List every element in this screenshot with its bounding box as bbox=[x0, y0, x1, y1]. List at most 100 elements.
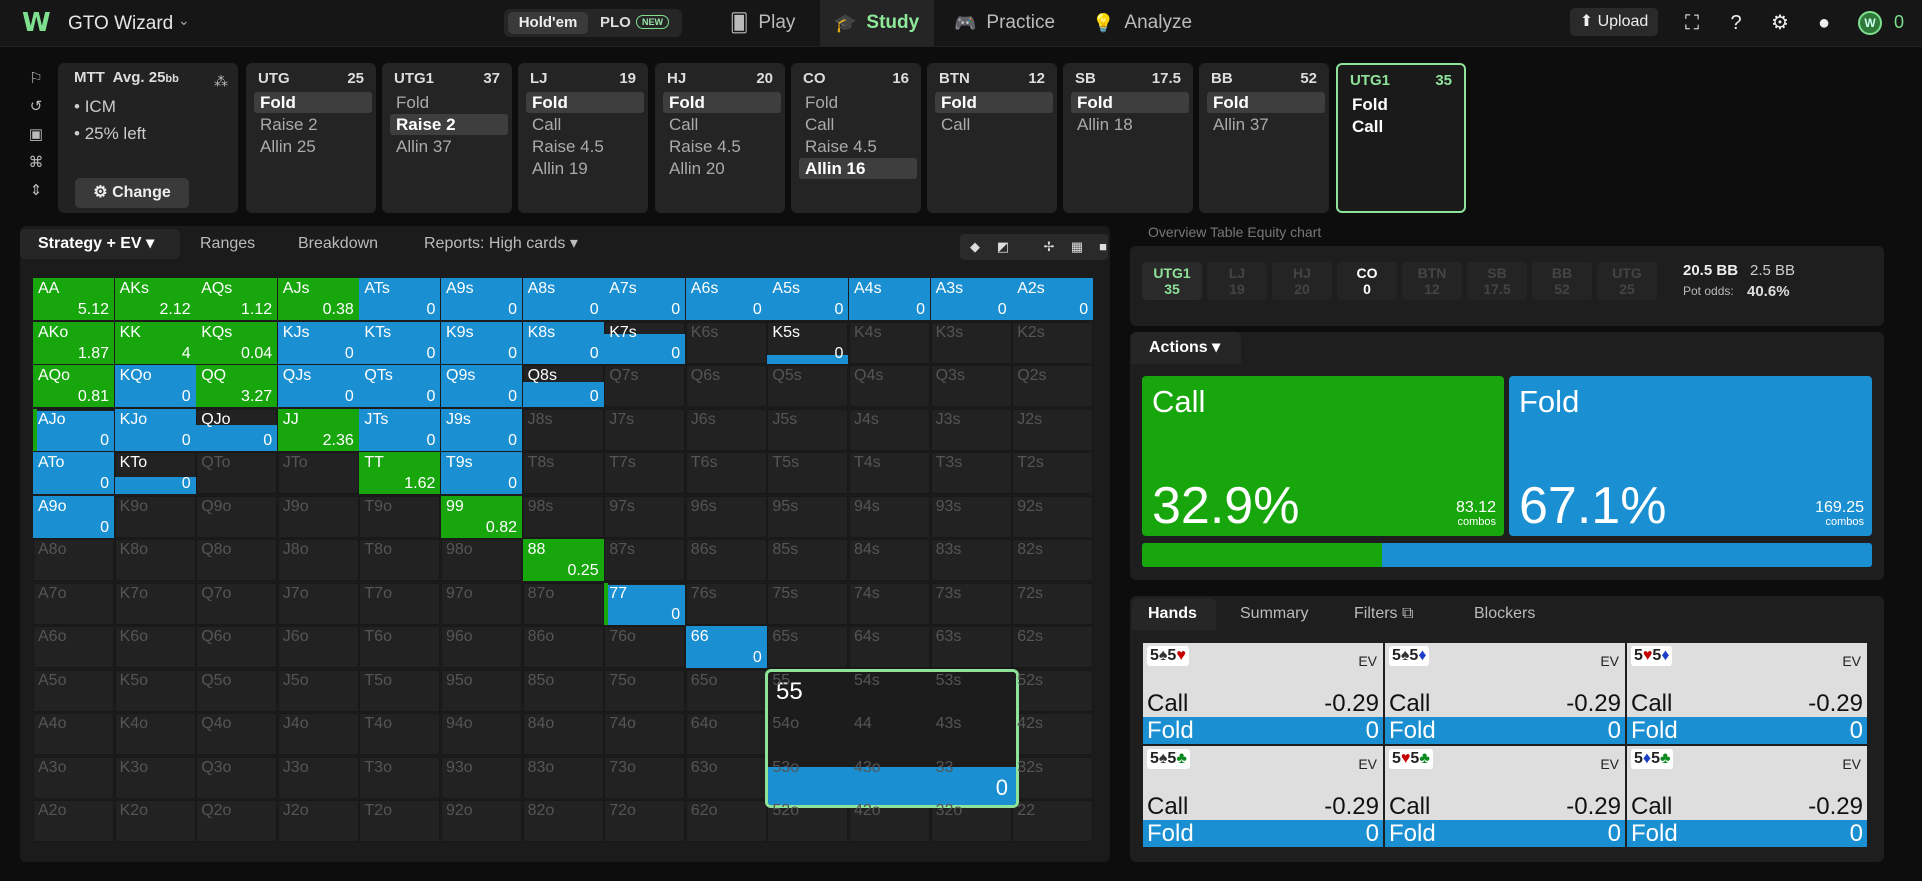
hand-cell-q4s[interactable]: Q4s bbox=[849, 365, 930, 407]
action-option[interactable]: Fold bbox=[1207, 92, 1325, 113]
collapse-icon[interactable]: ⇕ bbox=[26, 181, 46, 201]
hand-cell-73o[interactable]: 73o bbox=[604, 756, 686, 799]
hand-cell-95o[interactable]: 95o bbox=[441, 669, 522, 712]
seat-bb[interactable]: BB 52 bbox=[1532, 262, 1592, 300]
help-icon[interactable]: ? bbox=[1723, 10, 1749, 36]
hand-cell-83s[interactable]: 83s bbox=[930, 539, 1012, 581]
fold-action-box[interactable]: Fold 67.1% 169.25 combos bbox=[1509, 376, 1872, 536]
hand-cell-65s[interactable]: 65s bbox=[767, 626, 849, 668]
hand-cell-aqs[interactable]: AQs 1.12 bbox=[196, 278, 278, 320]
hand-cell-96o[interactable]: 96o bbox=[441, 626, 522, 668]
hand-cell-qto[interactable]: QTo bbox=[196, 452, 278, 494]
bookmark-icon[interactable]: ⚐ bbox=[26, 69, 46, 89]
hand-cell-87s[interactable]: 87s bbox=[604, 539, 686, 581]
hand-cell-ako[interactable]: AKo 1.87 bbox=[33, 321, 114, 364]
hand-combo-card[interactable]: 5♠5♦ EV Call -0.29 Fold 0 bbox=[1385, 643, 1625, 744]
hand-cell-32s[interactable]: 32s bbox=[1012, 756, 1094, 799]
hand-cell-jto[interactable]: JTo bbox=[277, 452, 359, 494]
action-option[interactable]: Fold bbox=[663, 92, 781, 113]
hand-cell-j9o[interactable]: J9o bbox=[277, 495, 359, 538]
hand-cell-86s[interactable]: 86s bbox=[685, 539, 767, 581]
single-view-icon[interactable]: ■ bbox=[1090, 234, 1116, 260]
hand-cell-q5s[interactable]: Q5s bbox=[767, 365, 849, 407]
action-option[interactable]: Allin 25 bbox=[254, 136, 372, 157]
hand-cell-74o[interactable]: 74o bbox=[604, 713, 686, 755]
hand-cell-83o[interactable]: 83o bbox=[522, 756, 604, 799]
action-option[interactable]: Allin 20 bbox=[663, 158, 781, 179]
hand-cell-99[interactable]: 99 0.82 bbox=[441, 495, 522, 538]
hand-cell-94s[interactable]: 94s bbox=[849, 495, 930, 538]
hand-cell-j6o[interactable]: J6o bbox=[277, 626, 359, 668]
hand-cell-qts[interactable]: QTs 0 bbox=[359, 365, 441, 407]
position-card-utg1[interactable]: UTG1 37 Fold Raise 2 Allin 37 bbox=[382, 63, 512, 213]
hand-cell-t4o[interactable]: T4o bbox=[359, 713, 441, 755]
hand-cell-75s[interactable]: 75s bbox=[767, 582, 849, 625]
hand-cell-j4o[interactable]: J4o bbox=[277, 713, 359, 755]
hand-cell-k6o[interactable]: K6o bbox=[114, 626, 196, 668]
hand-cell-j9s[interactable]: J9s 0 bbox=[441, 408, 522, 451]
hand-cell-k9s[interactable]: K9s 0 bbox=[441, 321, 522, 364]
account-icon[interactable]: ● bbox=[1811, 10, 1837, 36]
call-action-box[interactable]: Call 32.9% 83.12 combos bbox=[1142, 376, 1504, 536]
hand-cell-j7s[interactable]: J7s bbox=[604, 408, 686, 451]
action-option[interactable]: Fold bbox=[526, 92, 644, 113]
hand-cell-q3s[interactable]: Q3s bbox=[930, 365, 1012, 407]
hand-cell-j5o[interactable]: J5o bbox=[277, 669, 359, 712]
hand-cell-a3s[interactable]: A3s 0 bbox=[930, 278, 1012, 320]
hand-cell-a4s[interactable]: A4s 0 bbox=[849, 278, 930, 320]
hand-combo-card[interactable]: 5♦5♣ EV Call -0.29 Fold 0 bbox=[1627, 746, 1867, 847]
hand-cell-q8s[interactable]: Q8s 0 bbox=[522, 365, 604, 407]
action-option[interactable]: Fold bbox=[390, 92, 508, 113]
action-option[interactable]: Fold bbox=[1071, 92, 1189, 113]
hand-cell-86o[interactable]: 86o bbox=[522, 626, 604, 668]
hand-cell-88[interactable]: 88 0.25 bbox=[522, 539, 604, 581]
action-option[interactable]: Raise 2 bbox=[254, 114, 372, 135]
chevron-down-icon[interactable]: ⌄ bbox=[178, 12, 190, 29]
hand-cell-q9s[interactable]: Q9s 0 bbox=[441, 365, 522, 407]
tab-hands[interactable]: Hands bbox=[1132, 598, 1216, 630]
hand-combo-card[interactable]: 5♠5♣ EV Call -0.29 Fold 0 bbox=[1143, 746, 1383, 847]
hand-cell-t3s[interactable]: T3s bbox=[930, 452, 1012, 494]
action-option[interactable]: Raise 4.5 bbox=[526, 136, 644, 157]
seat-sb[interactable]: SB 17.5 bbox=[1467, 262, 1527, 300]
hand-cell-a5o[interactable]: A5o bbox=[33, 669, 114, 712]
hand-cell-63o[interactable]: 63o bbox=[685, 756, 767, 799]
holdem-toggle[interactable]: Hold'em bbox=[508, 12, 588, 34]
seat-btn[interactable]: BTN 12 bbox=[1402, 262, 1462, 300]
upload-button[interactable]: ⬆ Upload bbox=[1570, 8, 1658, 36]
hand-cell-76s[interactable]: 76s bbox=[685, 582, 767, 625]
hand-combo-card[interactable]: 5♥5♦ EV Call -0.29 Fold 0 bbox=[1627, 643, 1867, 744]
hand-cell-k7s[interactable]: K7s 0 bbox=[604, 321, 686, 364]
tab-reports[interactable]: Reports: High cards ▾ bbox=[424, 229, 578, 259]
position-card-bb[interactable]: BB 52 Fold Allin 37 bbox=[1199, 63, 1329, 213]
hand-cell-62s[interactable]: 62s bbox=[1012, 626, 1094, 668]
change-button[interactable]: ⚙ Change bbox=[75, 178, 189, 208]
hand-cell-kjs[interactable]: KJs 0 bbox=[277, 321, 359, 364]
seat-hj[interactable]: HJ 20 bbox=[1272, 262, 1332, 300]
hand-cell-j3o[interactable]: J3o bbox=[277, 756, 359, 799]
hand-cell-k5s[interactable]: K5s 0 bbox=[767, 321, 849, 364]
hand-cell-98s[interactable]: 98s bbox=[522, 495, 604, 538]
hand-cell-74s[interactable]: 74s bbox=[849, 582, 930, 625]
action-option[interactable]: Allin 37 bbox=[390, 136, 508, 157]
hand-cell-q4o[interactable]: Q4o bbox=[196, 713, 278, 755]
hand-cell-ajo[interactable]: AJo 0 bbox=[33, 408, 114, 451]
hand-cell-66[interactable]: 66 0 bbox=[685, 626, 767, 668]
tab-strategy-ev[interactable]: Strategy + EV ▾ bbox=[20, 229, 180, 259]
action-option[interactable]: Allin 19 bbox=[526, 158, 644, 179]
hand-cell-k4o[interactable]: K4o bbox=[114, 713, 196, 755]
hand-cell-qjs[interactable]: QJs 0 bbox=[277, 365, 359, 407]
hand-cell-jts[interactable]: JTs 0 bbox=[359, 408, 441, 451]
hand-cell-96s[interactable]: 96s bbox=[685, 495, 767, 538]
action-option[interactable]: Raise 4.5 bbox=[663, 136, 781, 157]
hand-cell-q8o[interactable]: Q8o bbox=[196, 539, 278, 581]
hand-cell-84s[interactable]: 84s bbox=[849, 539, 930, 581]
action-option[interactable]: Raise 4.5 bbox=[799, 136, 917, 157]
hand-cell-q7s[interactable]: Q7s bbox=[604, 365, 686, 407]
hand-cell-q6s[interactable]: Q6s bbox=[685, 365, 767, 407]
action-option[interactable]: Raise 2 bbox=[390, 114, 508, 135]
hand-cell-k3o[interactable]: K3o bbox=[114, 756, 196, 799]
hand-cell-k2s[interactable]: K2s bbox=[1012, 321, 1094, 364]
hand-cell-k3s[interactable]: K3s bbox=[930, 321, 1012, 364]
hand-cell-q9o[interactable]: Q9o bbox=[196, 495, 278, 538]
